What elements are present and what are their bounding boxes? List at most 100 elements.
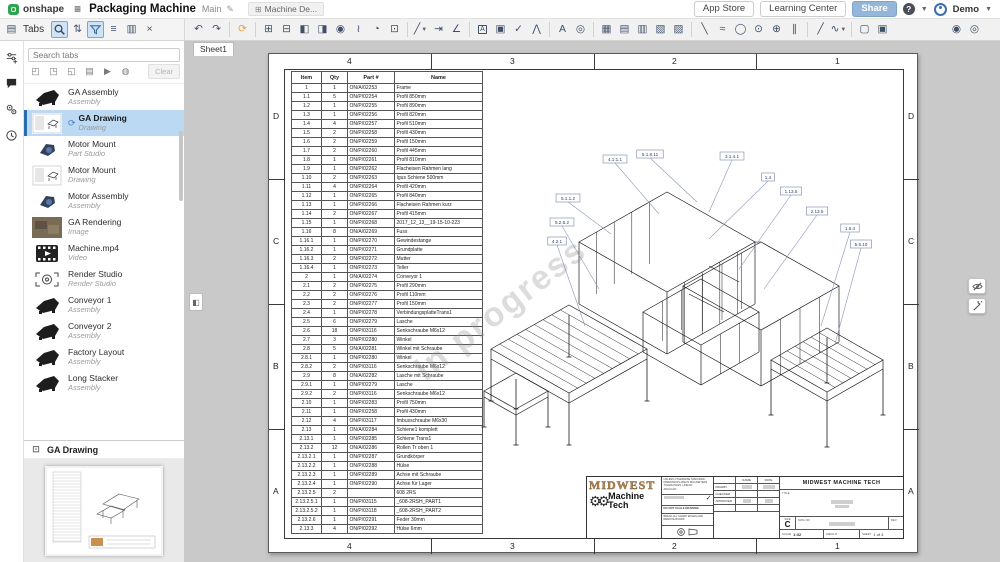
center-circle-icon[interactable]: ⊙ [750,21,767,38]
share-button[interactable]: Share [852,1,896,17]
sync-drawing-icon[interactable]: ⟳ [234,21,251,38]
undo-icon[interactable]: ↶ [190,21,207,38]
release-icon[interactable] [3,101,20,118]
history-icon[interactable] [3,127,20,144]
tab-item-long-stacker[interactable]: Long StackerAssembly [24,370,184,396]
app-store-button[interactable]: App Store [694,1,754,17]
centermark-icon[interactable]: ≈ [714,21,731,38]
search-tabs-icon[interactable] [51,21,68,38]
crop-view-icon[interactable]: ⊡ [386,21,403,38]
hole-table-icon[interactable]: ▥ [634,21,651,38]
projected-view-icon[interactable]: ⊟ [278,21,295,38]
user-caret-icon[interactable]: ▼ [985,6,992,13]
toolbar-separator [691,22,692,37]
drawing-sheet[interactable]: 44332211DDCCBBAA ItemQtyPart #Name11ON/A… [268,53,918,553]
table-icon[interactable]: ▦ [598,21,615,38]
dropdown-caret-icon[interactable]: ▼ [421,27,427,33]
zoom-window-icon[interactable]: ◉ [948,21,965,38]
tab-item-conveyor-1[interactable]: Conveyor 1Assembly [24,292,184,318]
spline-icon[interactable]: ∿▼ [830,21,847,38]
search-tabs-input[interactable] [28,48,180,62]
filter-render-icon[interactable]: ◍ [118,64,133,79]
help-caret-icon[interactable]: ▼ [921,6,928,13]
tab-item-ga-assembly[interactable]: GA AssemblyAssembly [24,84,184,110]
tab-item-conveyor-2[interactable]: Conveyor 2Assembly [24,318,184,344]
tab-item-motor-assembly[interactable]: Motor AssemblyAssembly [24,188,184,214]
tab-item-factory-layout[interactable]: Factory LayoutAssembly [24,344,184,370]
bom-table-icon[interactable]: ▤ [616,21,633,38]
break-view-icon[interactable]: ≀ [350,21,367,38]
new-sheet-icon[interactable]: ▢ [856,21,873,38]
insert-view-icon[interactable]: ⊞ [260,21,277,38]
ordinate-dimension-icon[interactable]: ⇥ [430,21,447,38]
document-tab[interactable]: ⊞ Machine De... [248,2,324,16]
revision-table-icon[interactable]: ▧ [652,21,669,38]
chamfer-dimension-icon[interactable]: ∠ [448,21,465,38]
tabs-options-icon[interactable] [3,49,20,66]
tab-item-render-studio[interactable]: Render StudioRender Studio [24,266,184,292]
zoom-fit-icon[interactable]: ◎ [966,21,983,38]
auxiliary-view-icon[interactable]: ◧ [296,21,313,38]
circle-tool-icon[interactable]: ◯ [732,21,749,38]
grid-view-icon[interactable]: ▥ [123,21,140,38]
document-menu-icon[interactable]: ≡ [74,2,81,16]
tab-list-scrollbar[interactable] [179,131,183,201]
redo-icon[interactable]: ↷ [208,21,225,38]
detail-view-icon[interactable]: ◉ [332,21,349,38]
broken-out-section-icon[interactable]: ◔ [368,21,385,38]
tab-item-ga-rendering[interactable]: GA RenderingImage [24,214,184,240]
tab-manager-icon[interactable]: ▤ [3,21,20,38]
balloon-label: 5.1.1.2 [561,196,575,201]
cut-list-table-icon[interactable]: ▨ [670,21,687,38]
rename-icon[interactable]: ✎ [226,4,234,15]
centerline-icon[interactable]: ╲ [696,21,713,38]
hatch-icon[interactable]: ∥ [786,21,803,38]
tab-type: Assembly [68,306,111,315]
tab-type: Image [68,228,121,237]
collapse-panel-handle[interactable]: ◧ [189,293,203,311]
close-panel-icon[interactable]: × [141,21,158,38]
filter-tabs-icon[interactable] [87,21,104,38]
dimension-icon[interactable]: ╱▼ [412,21,429,38]
find-text-icon[interactable]: ◎ [572,21,589,38]
dropdown-caret-icon[interactable]: ▼ [840,27,846,33]
measure-tools-button[interactable] [968,298,986,314]
filter-drawing-icon[interactable]: ◱ [64,64,79,79]
image-note-icon[interactable]: ▣ [492,21,509,38]
tab-item-machine-mp4[interactable]: Machine.mp4Video [24,240,184,266]
branch-name[interactable]: Main [202,4,222,14]
filter-video-icon[interactable]: ▶ [100,64,115,79]
note-icon[interactable]: A [474,21,491,38]
user-name: Demo [953,4,979,15]
clear-filters-button[interactable]: Clear [148,64,180,79]
filter-assembly-icon[interactable]: ◳ [46,64,61,79]
surface-finish-icon[interactable]: ✓ [510,21,527,38]
duplicate-sheet-icon[interactable]: ▣ [874,21,891,38]
drawing-scale: 1:32 [793,532,801,537]
learning-center-button[interactable]: Learning Center [760,1,846,17]
signature-grid: NAMEDATE DRAWN CHECKED APPROVED [714,477,780,538]
onshape-logo-icon[interactable] [8,4,19,15]
sort-tabs-icon[interactable]: ⇅ [69,21,86,38]
point-icon[interactable]: ⊕ [768,21,785,38]
user-avatar[interactable] [934,3,947,16]
filter-part-studio-icon[interactable]: ◰ [28,64,43,79]
weld-symbol-icon[interactable]: ⋀ [528,21,545,38]
help-icon[interactable]: ? [903,3,915,15]
hide-show-button[interactable] [968,278,986,294]
list-view-icon[interactable]: ≡ [105,21,122,38]
comments-panel-icon[interactable] [3,75,20,92]
text-icon[interactable]: A [554,21,571,38]
tab-type: Assembly [68,384,118,393]
preview-area[interactable] [24,459,184,562]
tab-item-ga-drawing[interactable]: ⟳GA DrawingDrawing [24,110,184,136]
tab-item-motor-mount[interactable]: Motor MountDrawing [24,162,184,188]
tab-item-motor-mount[interactable]: Motor MountPart Studio [24,136,184,162]
filter-image-icon[interactable]: ▤ [82,64,97,79]
left-icon-strip [0,41,24,562]
drawing-canvas[interactable]: Sheet1 ◧ 44332211DDCCBBAA ItemQtyPart #N… [185,41,1000,562]
sheet-tab[interactable]: Sheet1 [193,42,234,56]
line-icon[interactable]: ╱ [812,21,829,38]
section-view-icon[interactable]: ◨ [314,21,331,38]
tab-item-short-stacker[interactable]: Short StackerAssembly [24,396,184,399]
